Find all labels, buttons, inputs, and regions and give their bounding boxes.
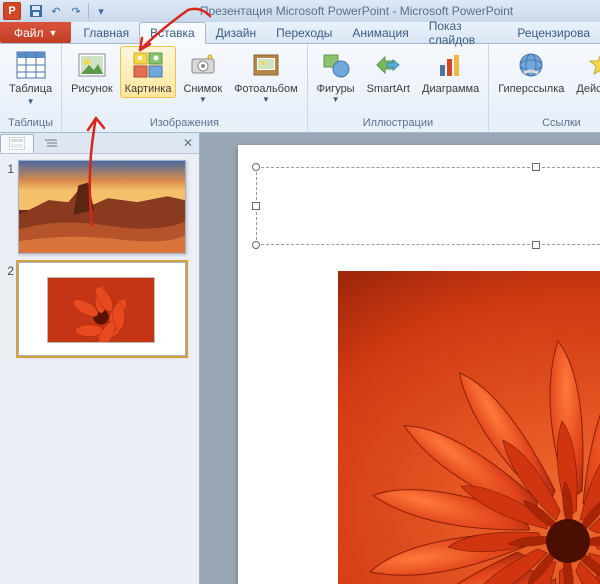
app-icon: P — [3, 2, 21, 20]
table-icon — [15, 49, 47, 81]
picture-icon — [76, 49, 108, 81]
chevron-down-icon: ▼ — [49, 28, 58, 38]
smartart-button[interactable]: SmartArt — [362, 46, 415, 98]
group-images: Рисунок Картинка Снимок ▼ Фотоальбом — [62, 44, 308, 132]
picture-label: Рисунок — [71, 83, 113, 95]
group-illustrations-label: Иллюстрации — [312, 115, 485, 132]
smartart-label: SmartArt — [367, 83, 410, 95]
shapes-icon — [320, 49, 352, 81]
thumb-row: 2 — [4, 262, 195, 356]
shapes-label: Фигуры — [317, 83, 355, 95]
group-illustrations: Фигуры ▼ SmartArt Диаграмма Иллюстрации — [308, 44, 490, 132]
tab-transitions[interactable]: Переходы — [266, 22, 342, 43]
chevron-down-icon: ▼ — [262, 95, 270, 104]
chevron-down-icon: ▼ — [332, 95, 340, 104]
thumb-number: 2 — [4, 262, 18, 356]
table-label: Таблица — [9, 83, 52, 95]
slide-thumbnail-1[interactable] — [18, 160, 186, 254]
thumbnails: 1 2 — [0, 154, 199, 584]
clipart-button[interactable]: Картинка — [120, 46, 177, 98]
slide-editor[interactable] — [200, 133, 600, 584]
chevron-down-icon: ▼ — [27, 97, 35, 106]
redo-icon[interactable]: ↷ — [68, 3, 84, 19]
group-images-label: Изображения — [66, 115, 303, 132]
chart-label: Диаграмма — [422, 83, 479, 95]
slide-thumbnail-2[interactable] — [18, 262, 186, 356]
window-title: Презентация Microsoft PowerPoint - Micro… — [113, 4, 600, 18]
group-tables: Таблица ▼ Таблицы — [0, 44, 62, 132]
group-tables-label: Таблицы — [4, 115, 57, 132]
slide-canvas[interactable] — [238, 145, 600, 584]
hyperlink-button[interactable]: Гиперссылка — [493, 46, 569, 98]
pane-tab-slides[interactable] — [0, 134, 34, 153]
clipart-icon — [132, 49, 164, 81]
ribbon: Таблица ▼ Таблицы Рисунок Картинка — [0, 44, 600, 133]
action-label: Действие — [576, 83, 600, 95]
pane-close-icon[interactable]: ✕ — [183, 136, 193, 150]
action-button[interactable]: Действие — [571, 46, 600, 98]
slides-pane: ✕ 1 — [0, 133, 200, 584]
title-placeholder[interactable] — [256, 167, 600, 245]
table-button[interactable]: Таблица ▼ — [4, 46, 57, 109]
photoalbum-icon — [250, 49, 282, 81]
photoalbum-label: Фотоальбом — [234, 83, 298, 95]
thumb-row: 1 — [4, 160, 195, 254]
qat-customize-icon[interactable]: ▾ — [93, 3, 109, 19]
tab-file[interactable]: Файл ▼ — [0, 22, 71, 43]
ribbon-tabs: Файл ▼ Главная Вставка Дизайн Переходы Ан… — [0, 22, 600, 44]
tab-file-label: Файл — [14, 26, 44, 40]
chevron-down-icon: ▼ — [199, 95, 207, 104]
tab-animations[interactable]: Анимация — [342, 22, 418, 43]
photoalbum-button[interactable]: Фотоальбом ▼ — [229, 46, 303, 107]
title-bar: P ↶ ↷ ▾ Презентация Microsoft PowerPoint… — [0, 0, 600, 22]
action-icon — [585, 49, 600, 81]
pane-tab-outline[interactable] — [34, 134, 68, 153]
quick-access-toolbar: ↶ ↷ ▾ — [24, 3, 113, 19]
tab-slideshow[interactable]: Показ слайдов — [419, 22, 508, 43]
workspace: ✕ 1 — [0, 133, 600, 584]
tab-review[interactable]: Рецензирова — [507, 22, 600, 43]
chart-button[interactable]: Диаграмма — [417, 46, 484, 98]
hyperlink-icon — [515, 49, 547, 81]
clipart-label: Картинка — [125, 83, 172, 95]
thumb-number: 1 — [4, 160, 18, 254]
tab-design[interactable]: Дизайн — [206, 22, 266, 43]
screenshot-label: Снимок — [183, 83, 222, 95]
group-links-label: Ссылки — [493, 115, 600, 132]
hyperlink-label: Гиперссылка — [498, 83, 564, 95]
smartart-icon — [372, 49, 404, 81]
slide-image[interactable] — [338, 271, 600, 584]
screenshot-icon — [187, 49, 219, 81]
group-links: Гиперссылка Действие Ссылки — [489, 44, 600, 132]
chart-icon — [435, 49, 467, 81]
tab-home[interactable]: Главная — [73, 22, 139, 43]
save-icon[interactable] — [28, 3, 44, 19]
picture-button[interactable]: Рисунок — [66, 46, 118, 98]
screenshot-button[interactable]: Снимок ▼ — [178, 46, 227, 107]
qat-separator — [88, 3, 89, 19]
pane-tabs: ✕ — [0, 133, 199, 154]
tab-insert[interactable]: Вставка — [139, 22, 206, 44]
undo-icon[interactable]: ↶ — [48, 3, 64, 19]
shapes-button[interactable]: Фигуры ▼ — [312, 46, 360, 107]
